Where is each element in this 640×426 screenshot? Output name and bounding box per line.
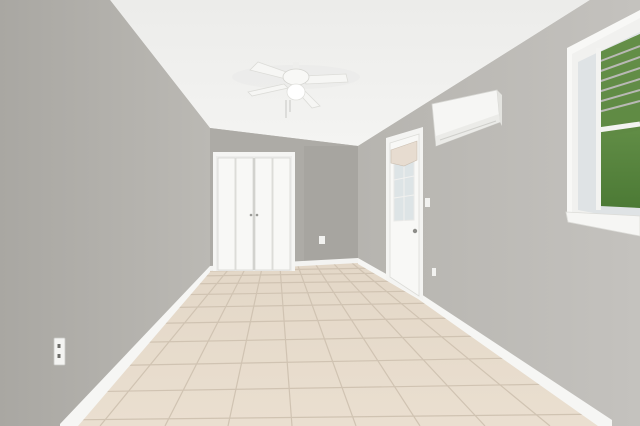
back-wall-inner: [304, 146, 358, 262]
right-wall-outlet-icon: [432, 268, 436, 276]
fan-light-icon: [286, 83, 306, 101]
door-knob-icon: [412, 228, 418, 234]
light-switch-icon: [425, 198, 430, 207]
back-wall-outlet-icon: [319, 236, 325, 244]
closet-bifold-doors[interactable]: [213, 152, 295, 271]
exterior-door[interactable]: [386, 127, 423, 300]
double-hung-window[interactable]: [565, 10, 640, 237]
closet-knob-icon: [249, 213, 253, 217]
left-wall-outlet-icon: [53, 337, 66, 366]
closet-knob-icon: [255, 213, 259, 217]
room-photo: [0, 0, 640, 426]
